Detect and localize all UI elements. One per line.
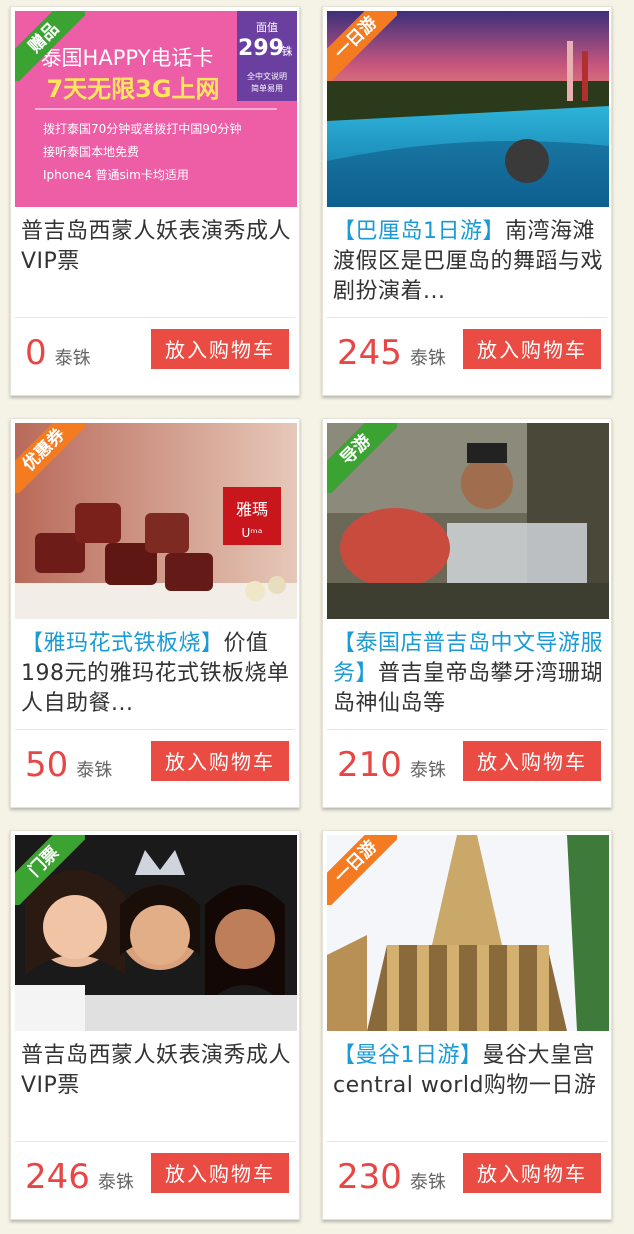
price: 230 泰铢 (337, 1157, 446, 1203)
badge-ribbon: 赠品 (15, 11, 85, 81)
price-value: 210 (337, 745, 402, 785)
price-unit: 泰铢 (409, 1172, 446, 1193)
price: 0 泰铢 (25, 333, 91, 379)
add-to-cart-button[interactable]: 放入购物车 (151, 329, 289, 369)
card-line-3: Iphone4 普通sim卡均适用 (43, 168, 189, 182)
card-price-label: 面值 (256, 21, 278, 34)
price-value: 246 (25, 1157, 90, 1197)
logo-text-cn: 雅瑪 (236, 500, 268, 519)
product-title[interactable]: 【雅玛花式铁板烧】价值198元的雅玛花式铁板烧单人自助餐... (21, 629, 295, 719)
badge-ribbon: 导游 (327, 423, 397, 493)
divider (327, 317, 607, 318)
product-card[interactable]: 面值 299 铢 全中文说明 简单易用 泰国HAPPY电话卡 7天无限3G上网 … (10, 6, 300, 396)
price-value: 50 (25, 745, 69, 785)
price-value: 0 (25, 333, 47, 373)
product-tag: 【巴厘岛1日游】 (333, 219, 505, 244)
logo-text-en: Uᵐᵃ (242, 526, 263, 540)
divider (327, 1141, 607, 1142)
add-to-cart-button[interactable]: 放入购物车 (151, 741, 289, 781)
price-unit: 泰铢 (76, 760, 113, 781)
card-price-unit: 铢 (282, 44, 293, 58)
badge-ribbon: 一日游 (327, 11, 397, 81)
product-title[interactable]: 普吉岛西蒙人妖表演秀成人VIP票 (21, 217, 295, 277)
price-value: 245 (337, 333, 402, 373)
card-note-1: 全中文说明 (247, 71, 287, 81)
product-title[interactable]: 普吉岛西蒙人妖表演秀成人VIP票 (21, 1041, 295, 1101)
add-to-cart-button[interactable]: 放入购物车 (463, 1153, 601, 1193)
product-grid: 面值 299 铢 全中文说明 简单易用 泰国HAPPY电话卡 7天无限3G上网 … (0, 0, 634, 1234)
add-to-cart-button[interactable]: 放入购物车 (463, 741, 601, 781)
badge-label: 赠品 (15, 11, 85, 81)
badge-label: 一日游 (327, 835, 397, 905)
price-value: 230 (337, 1157, 402, 1197)
price-unit: 泰铢 (54, 348, 91, 369)
price: 210 泰铢 (337, 745, 446, 791)
card-note-2: 简单易用 (251, 83, 283, 93)
divider (15, 317, 295, 318)
price: 245 泰铢 (337, 333, 446, 379)
price-unit: 泰铢 (97, 1172, 134, 1193)
product-tag: 【曼谷1日游】 (333, 1043, 483, 1068)
badge-label: 一日游 (327, 11, 397, 81)
card-line-1: 拨打泰国70分钟或者拨打中国90分钟 (43, 121, 242, 136)
product-card[interactable]: 导游 【泰国店普吉岛中文导游服务】普吉皇帝岛攀牙湾珊瑚岛神仙岛等 210 泰铢 放… (322, 418, 612, 808)
add-to-cart-button[interactable]: 放入购物车 (463, 329, 601, 369)
product-card[interactable]: 雅瑪 Uᵐᵃ 优惠券 【雅玛花式铁板烧】价值198元的雅玛花式铁板烧单人自助餐.… (10, 418, 300, 808)
product-card[interactable]: 一日游 【巴厘岛1日游】南湾海滩渡假区是巴厘岛的舞蹈与戏剧扮演着... 245 泰… (322, 6, 612, 396)
price-unit: 泰铢 (409, 348, 446, 369)
product-title-text: 普吉岛西蒙人妖表演秀成人VIP票 (21, 1043, 292, 1098)
price: 246 泰铢 (25, 1157, 134, 1203)
product-title[interactable]: 【曼谷1日游】曼谷大皇宫central world购物一日游 (333, 1041, 607, 1101)
badge-label: 门票 (15, 835, 85, 905)
divider (15, 1141, 295, 1142)
badge-ribbon: 门票 (15, 835, 85, 905)
badge-label: 优惠券 (15, 423, 85, 493)
add-to-cart-button[interactable]: 放入购物车 (151, 1153, 289, 1193)
badge-label: 导游 (327, 423, 397, 493)
divider (327, 729, 607, 730)
badge-ribbon: 一日游 (327, 835, 397, 905)
divider (15, 729, 295, 730)
product-title[interactable]: 【巴厘岛1日游】南湾海滩渡假区是巴厘岛的舞蹈与戏剧扮演着... (333, 217, 607, 307)
product-title-text: 普吉岛西蒙人妖表演秀成人VIP票 (21, 219, 292, 274)
product-title[interactable]: 【泰国店普吉岛中文导游服务】普吉皇帝岛攀牙湾珊瑚岛神仙岛等 (333, 629, 607, 719)
product-card[interactable]: 一日游 【曼谷1日游】曼谷大皇宫central world购物一日游 230 泰铢… (322, 830, 612, 1220)
price-unit: 泰铢 (409, 760, 446, 781)
price: 50 泰铢 (25, 745, 112, 791)
card-line-2: 接听泰国本地免费 (43, 144, 139, 159)
product-tag: 【雅玛花式铁板烧】 (21, 631, 224, 656)
card-price-value: 299 (238, 36, 284, 61)
product-card[interactable]: 门票 普吉岛西蒙人妖表演秀成人VIP票 246 泰铢 放入购物车 (10, 830, 300, 1220)
badge-ribbon: 优惠券 (15, 423, 85, 493)
